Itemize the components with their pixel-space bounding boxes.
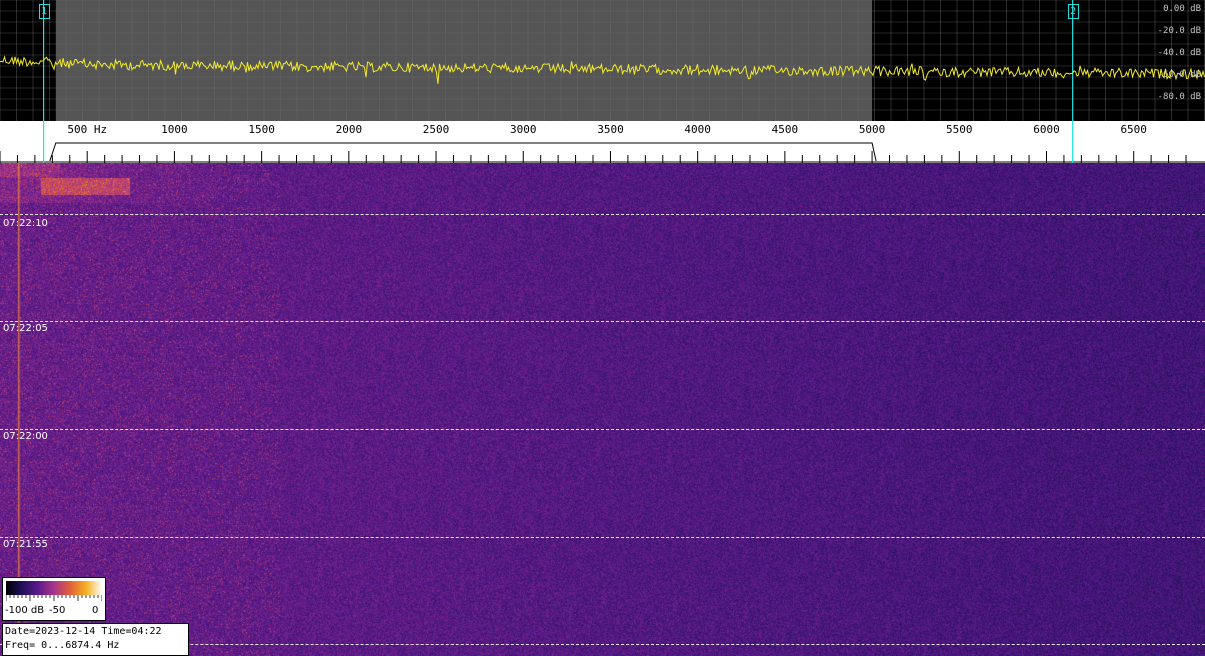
time-label: 07:22:05 (3, 323, 48, 334)
frequency-tick-label: 5000 (858, 123, 886, 136)
frequency-tick-label: 6500 (1120, 123, 1147, 136)
date-time-text: Date=2023-12-14 Time=04:22 (5, 626, 162, 637)
frequency-scale[interactable]: 500 Hz 1000 1500 2000 2500 3000 3500 4000 4500 50… (0, 121, 1205, 163)
spectrum-display[interactable]: 1 2 0.00 dB -20.0 dB -40.0 dB -60.0 dB -… (0, 0, 1205, 121)
waterfall-display[interactable]: 07:22:10 07:22:05 07:22:00 07:21:55 (0, 163, 1205, 656)
passband-shade (55, 0, 873, 121)
waterfall-image (0, 163, 1205, 656)
marker-2-tag[interactable]: 2 (1067, 4, 1079, 19)
info-box: Date=2023-12-14 Time=04:22 Freq= 0...687… (2, 623, 189, 656)
color-legend: -100 dB -50 0 (2, 577, 106, 621)
frequency-tick-label: 6000 (1033, 123, 1060, 136)
time-gridline (0, 321, 1205, 322)
frequency-tick-label: 4000 (684, 123, 711, 136)
passband-bracket (49, 142, 877, 162)
db-label-40: -40.0 dB (1157, 48, 1201, 58)
time-label: 07:22:10 (3, 218, 48, 229)
legend-max-label: 0 (92, 605, 99, 616)
marker-1-tag[interactable]: 1 (38, 4, 50, 19)
colormap-bar (6, 581, 102, 595)
time-label: 07:22:00 (3, 431, 48, 442)
time-gridline (0, 537, 1205, 538)
time-gridline (0, 214, 1205, 215)
time-label: 07:21:55 (3, 539, 48, 550)
legend-mid-label: -50 (49, 605, 66, 616)
db-label-80: -80.0 dB (1157, 92, 1201, 102)
frequency-tick-label: 4500 (771, 123, 799, 136)
time-gridline (0, 429, 1205, 430)
frequency-tick-label: 1500 (248, 123, 275, 136)
db-label-0: 0.00 dB (1163, 4, 1201, 14)
spectrum-graph[interactable] (0, 0, 1205, 121)
frequency-tick-label: 2500 (422, 123, 450, 136)
frequency-tick-label: 3500 (597, 123, 624, 136)
legend-ticks (6, 595, 102, 601)
frequency-tick-label: 3000 (509, 123, 537, 136)
frequency-tick-label: 2000 (335, 123, 363, 136)
frequency-tick-label: 1000 (161, 123, 188, 136)
frequency-tick-label: 500 Hz (67, 123, 108, 136)
db-label-60: -60.0 dB (1157, 70, 1201, 80)
legend-min-label: -100 dB (5, 605, 45, 616)
db-label-20: -20.0 dB (1157, 26, 1201, 36)
frequency-range-text: Freq= 0...6874.4 Hz (5, 640, 120, 651)
frequency-tick-label: 5500 (946, 123, 973, 136)
